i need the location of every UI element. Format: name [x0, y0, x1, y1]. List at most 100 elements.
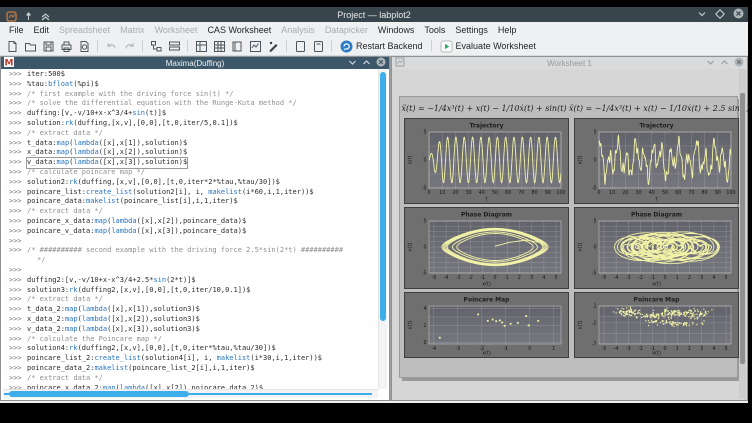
plot-trajectory-1[interactable]: 0102030405060708090100-505Trajectorytx(t… [404, 118, 569, 204]
svg-text:v(t): v(t) [408, 321, 414, 330]
minimize-button[interactable] [697, 6, 707, 24]
chart-canvas: -5-4-3-2-1012345-505Phase Diagramx(t)v(t… [405, 208, 568, 288]
code-line: >>>/* calculate the Poincare map */ [2, 335, 379, 345]
code-line: >>>/* extract data */ [2, 374, 379, 384]
code-line: >>>poincare_v_data:map(lambda([x],x[3]),… [2, 227, 379, 237]
vertical-scrollbar-thumb[interactable] [380, 72, 386, 321]
svg-text:0: 0 [593, 245, 596, 251]
maxima-subwindow: M Maxima(Duffing) >>>iter:500$>>>%tau:bf… [0, 56, 390, 401]
plot-phase-diagram-1[interactable]: -5-4-3-2-1012345-505Phase Diagramx(t)v(t… [404, 207, 569, 289]
new-note-icon[interactable] [292, 38, 308, 54]
worksheet-scrollbar-thumb[interactable] [740, 93, 745, 364]
new-matrix-icon[interactable] [211, 38, 227, 54]
menu-item-file[interactable]: File [4, 25, 29, 35]
save-icon[interactable] [40, 38, 56, 54]
svg-text:-5: -5 [592, 186, 597, 192]
new-workbook-icon[interactable] [229, 38, 245, 54]
new-spreadsheet-icon[interactable] [193, 38, 209, 54]
new-document-icon[interactable] [4, 38, 20, 54]
vertical-scrollbar[interactable] [378, 70, 387, 389]
svg-text:2: 2 [688, 346, 691, 352]
toolbar-separator [431, 40, 432, 52]
menu-item-edit[interactable]: Edit [29, 25, 55, 35]
cas-console[interactable]: >>>iter:500$>>>%tau:bfloat(%pi)$>>>/* fi… [2, 69, 388, 399]
svg-text:100: 100 [726, 190, 735, 196]
plot-trajectory-2[interactable]: 0102030405060708090100-505Trajectorytx(t… [574, 118, 739, 204]
svg-text:v(t): v(t) [408, 243, 414, 252]
menu-item-spreadsheet[interactable]: Spreadsheet [54, 25, 115, 35]
code-line: >>>solution2:rk(duffing,[x,v],[0,0],[t,0… [2, 178, 379, 188]
open-folder-icon[interactable] [22, 38, 38, 54]
code-line: >>>poincare_data_2:makelist(poincare_lis… [2, 364, 379, 374]
new-worksheet-icon[interactable] [310, 38, 326, 54]
menu-item-tools[interactable]: Tools [419, 25, 450, 35]
chart-canvas: -5-4-3-2-1012345-505Phase Diagramx(t)v(t… [575, 208, 738, 288]
menu-item-cas-worksheet[interactable]: CAS Worksheet [202, 25, 276, 35]
svg-text:-5: -5 [422, 271, 427, 277]
evaluate-worksheet-icon [440, 40, 453, 53]
svg-text:x(t): x(t) [482, 282, 491, 288]
svg-text:-3: -3 [455, 346, 460, 352]
project-explorer-icon[interactable] [148, 38, 164, 54]
menu-item-help[interactable]: Help [493, 25, 522, 35]
window-titlebar: Project — labplot2 [0, 7, 748, 22]
svg-text:-1: -1 [650, 275, 655, 281]
new-cas-worksheet-icon[interactable] [247, 38, 263, 54]
undo-icon[interactable] [103, 38, 119, 54]
plot-poincare-map-1[interactable]: -4-3-2-101024Poincare Mapx(t)v(t) [404, 292, 569, 358]
svg-text:80: 80 [702, 190, 708, 196]
svg-text:v(t): v(t) [578, 243, 584, 252]
svg-text:Poincare Map: Poincare Map [464, 297, 511, 304]
restart-backend-button[interactable]: Restart Backend [336, 40, 427, 53]
code-line: >>>/* calculate poincare map */ [2, 168, 379, 178]
svg-text:10: 10 [439, 190, 445, 196]
equation-text-1: ẍ(t) = −1/4x³(t) + x(t) − 1/10ẋ(t) + sin… [400, 104, 568, 113]
svg-text:0: 0 [597, 190, 600, 196]
worksheet-titlebar[interactable]: Worksheet 1 [392, 57, 747, 69]
svg-text:5: 5 [725, 346, 728, 352]
menu-item-settings[interactable]: Settings [450, 25, 493, 35]
code-line: >>>/* solve the differential equation wi… [2, 99, 379, 109]
worksheet-scrollbar[interactable] [739, 69, 746, 399]
code-line: >>>solution:rk(duffing,[x,v],[0,0],[t,0,… [2, 119, 379, 129]
svg-text:0: 0 [423, 158, 426, 164]
menu-item-matrix[interactable]: Matrix [115, 25, 150, 35]
svg-text:Phase Diagram: Phase Diagram [631, 212, 682, 219]
maxima-titlebar[interactable]: M Maxima(Duffing) [1, 57, 389, 69]
worksheet-subwindow: Worksheet 1 ẍ(t) = −1/4x³(t) + x(t) − 1/… [391, 56, 748, 401]
print-icon[interactable] [58, 38, 74, 54]
properties-explorer-icon[interactable] [166, 38, 182, 54]
print-preview-icon[interactable] [76, 38, 92, 54]
code-line: >>>poincare_list:create_list(solution2[i… [2, 188, 379, 198]
svg-text:4: 4 [712, 346, 715, 352]
worksheet-view[interactable]: ẍ(t) = −1/4x³(t) + x(t) − 1/10ẋ(t) + sin… [393, 69, 746, 399]
maximize-button[interactable] [715, 6, 725, 24]
svg-text:0: 0 [493, 275, 496, 281]
code-line: >>>poincare_x_data:map(lambda([x],x[2]),… [2, 217, 379, 227]
code-line: >>> [2, 266, 379, 276]
menu-item-worksheet[interactable]: Worksheet [150, 25, 203, 35]
svg-text:60: 60 [675, 190, 681, 196]
worksheet-title: Worksheet 1 [392, 59, 747, 68]
svg-text:t: t [656, 197, 658, 203]
menu-item-datapicker[interactable]: Datapicker [320, 25, 373, 35]
svg-text:3: 3 [530, 275, 533, 281]
redo-icon[interactable] [121, 38, 137, 54]
chart-canvas: 0102030405060708090100-505Trajectorytx(t… [575, 119, 738, 203]
svg-text:3: 3 [700, 275, 703, 281]
svg-text:80: 80 [532, 190, 538, 196]
menu-item-analysis[interactable]: Analysis [276, 25, 320, 35]
code-line: >>>x_data_2:map(lambda([x],x[2]),solutio… [2, 315, 379, 325]
svg-text:Poincare Map: Poincare Map [634, 297, 681, 304]
menu-item-windows[interactable]: Windows [373, 25, 420, 35]
datapicker-pen-icon[interactable] [265, 38, 281, 54]
evaluate-worksheet-button[interactable]: Evaluate Worksheet [436, 40, 540, 53]
menu-bar: FileEditSpreadsheetMatrixWorksheetCAS Wo… [0, 22, 748, 37]
worksheet-icon [395, 54, 405, 72]
code-line: >>>poincare_list_2:create_list(solution4… [2, 354, 379, 364]
plot-poincare-map-2[interactable]: -5-4-3-2-10123452-2-7Poincare Mapx(t)v(t… [574, 292, 739, 358]
plot-phase-diagram-2[interactable]: -5-4-3-2-1012345-505Phase Diagramx(t)v(t… [574, 207, 739, 289]
prompt-cursor-line [4, 393, 372, 395]
svg-text:90: 90 [715, 190, 721, 196]
close-button[interactable] [733, 6, 744, 24]
